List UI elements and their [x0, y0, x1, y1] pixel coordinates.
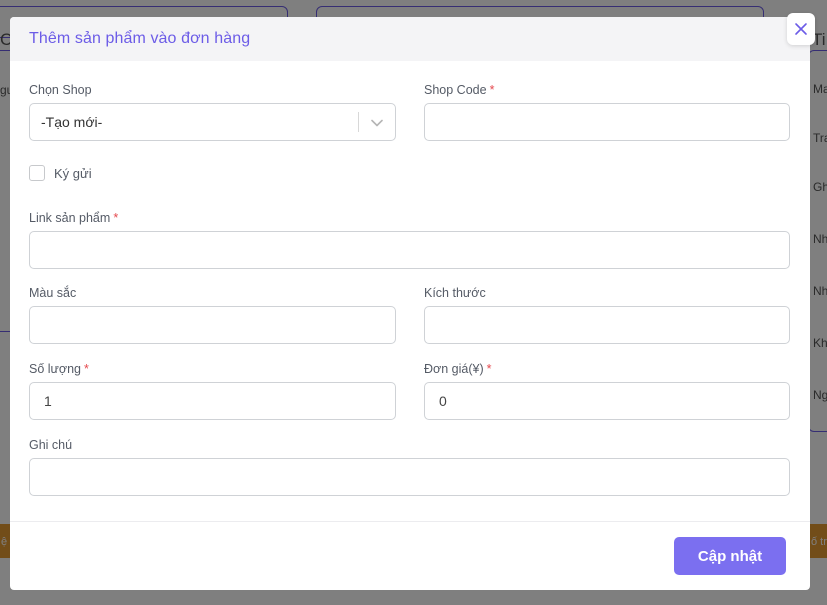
size-label: Kích thước: [424, 286, 486, 300]
shop-label: Chọn Shop: [29, 83, 92, 97]
unit-price-label: Đơn giá(¥) *: [424, 362, 492, 376]
shop-select[interactable]: -Tạo mới-: [29, 103, 396, 141]
shop-code-label: Shop Code *: [424, 83, 495, 97]
consign-checkbox-row[interactable]: Ký gửi: [29, 165, 92, 181]
shop-code-input[interactable]: [424, 103, 790, 141]
shop-code-field: Shop Code *: [424, 82, 790, 141]
add-product-modal: Thêm sản phẩm vào đơn hàng Chọn Shop -Tạ…: [10, 17, 810, 590]
required-mark: *: [486, 362, 492, 376]
product-link-label: Link sản phẩm *: [29, 211, 119, 225]
modal-header: Thêm sản phẩm vào đơn hàng: [10, 17, 810, 61]
color-field: Màu sắc: [29, 285, 396, 344]
quantity-label: Số lượng *: [29, 362, 89, 376]
product-link-input[interactable]: [29, 231, 790, 269]
unit-price-field: Đơn giá(¥) *: [424, 361, 790, 420]
product-link-field: Link sản phẩm *: [29, 210, 790, 269]
quantity-input[interactable]: [29, 382, 396, 420]
close-button[interactable]: [787, 13, 815, 45]
modal-footer: Cập nhật: [10, 521, 810, 590]
shop-field: Chọn Shop -Tạo mới-: [29, 82, 396, 141]
close-icon: [795, 23, 807, 35]
quantity-field: Số lượng *: [29, 361, 396, 420]
consign-checkbox[interactable]: [29, 165, 45, 181]
update-button[interactable]: Cập nhật: [674, 537, 786, 575]
note-input[interactable]: [29, 458, 790, 496]
select-separator: [358, 112, 359, 132]
color-input[interactable]: [29, 306, 396, 344]
shop-select-value: -Tạo mới-: [41, 114, 103, 130]
unit-price-input[interactable]: [424, 382, 790, 420]
consign-label: Ký gửi: [54, 165, 92, 181]
note-field: Ghi chú: [29, 437, 790, 496]
note-label: Ghi chú: [29, 438, 73, 452]
required-mark: *: [113, 211, 119, 225]
size-field: Kích thước: [424, 285, 790, 344]
required-mark: *: [84, 362, 89, 376]
size-input[interactable]: [424, 306, 790, 344]
chevron-down-icon: [371, 119, 383, 127]
color-label: Màu sắc: [29, 286, 77, 300]
modal-title: Thêm sản phẩm vào đơn hàng: [29, 30, 251, 47]
required-mark: *: [489, 83, 495, 97]
